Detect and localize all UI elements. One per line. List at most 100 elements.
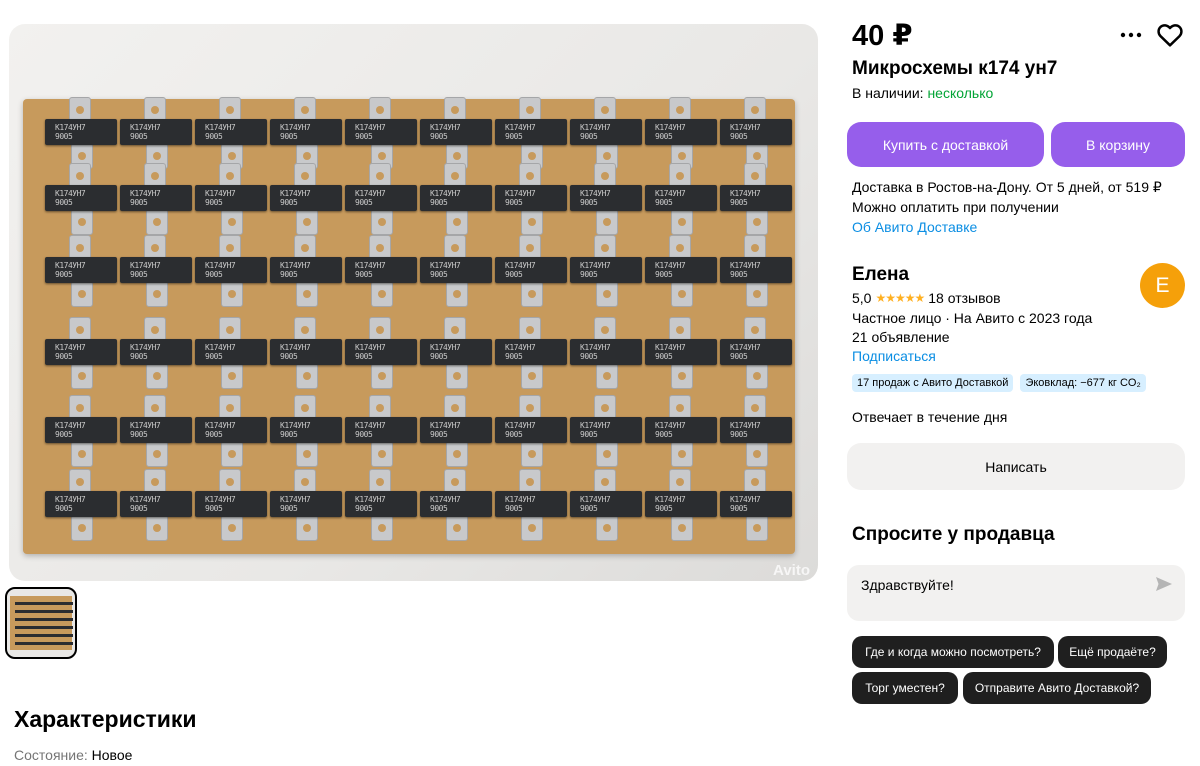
chip: К174УН7 9005: [195, 491, 267, 517]
chip-marking: К174УН7 9005: [130, 261, 161, 279]
chip-marking: К174УН7 9005: [55, 123, 86, 141]
chip-tab: [221, 209, 243, 235]
chip-tab: [671, 209, 693, 235]
condition-row: Состояние: Новое: [14, 747, 132, 763]
photo-thumbnail[interactable]: [5, 587, 77, 659]
chip: К174УН7 9005: [420, 257, 492, 283]
chip-marking: К174УН7 9005: [55, 261, 86, 279]
seller-name[interactable]: Елена: [852, 264, 909, 286]
chip: К174УН7 9005: [720, 257, 792, 283]
chip: К174УН7 9005: [195, 417, 267, 443]
quick-question-where-when[interactable]: Где и когда можно посмотреть?: [852, 636, 1054, 668]
chip: К174УН7 9005: [270, 339, 342, 365]
chip-marking: К174УН7 9005: [730, 343, 761, 361]
chip-marking: К174УН7 9005: [55, 189, 86, 207]
eco-badge[interactable]: Эковклад: −677 кг CO₂: [1020, 374, 1146, 392]
chip: К174УН7 9005: [645, 185, 717, 211]
chip-marking: К174УН7 9005: [205, 421, 236, 439]
chip-marking: К174УН7 9005: [580, 495, 611, 513]
chip-tab: [146, 441, 168, 467]
buy-with-delivery-button[interactable]: Купить с доставкой: [847, 122, 1044, 167]
chip: К174УН7 9005: [45, 257, 117, 283]
chip: К174УН7 9005: [270, 417, 342, 443]
chip: К174УН7 9005: [345, 339, 417, 365]
quick-question-bargain[interactable]: Торг уместен?: [852, 672, 958, 704]
chip: К174УН7 9005: [195, 257, 267, 283]
send-icon[interactable]: [1155, 575, 1173, 593]
chip-marking: К174УН7 9005: [205, 123, 236, 141]
chip-tab: [371, 515, 393, 541]
chip-tab: [596, 281, 618, 307]
chip: К174УН7 9005: [120, 257, 192, 283]
chip-tab: [296, 363, 318, 389]
chip-marking: К174УН7 9005: [655, 123, 686, 141]
chip-marking: К174УН7 9005: [55, 495, 86, 513]
message-text: Здравствуйте!: [861, 577, 954, 593]
thumbnail-image: [10, 596, 73, 650]
reviews-link[interactable]: 18 отзывов: [928, 290, 1000, 306]
chip: К174УН7 9005: [120, 119, 192, 145]
availability: В наличии: несколько: [852, 85, 993, 101]
chip-tab: [296, 515, 318, 541]
chip-marking: К174УН7 9005: [55, 343, 86, 361]
main-photo[interactable]: К174УН7 9005 К174УН7 9005 К174УН7 9005 К174…: [9, 24, 818, 581]
chip-board-image: К174УН7 9005 К174УН7 9005 К174УН7 9005 К174…: [23, 97, 795, 554]
chip-tab: [221, 441, 243, 467]
chip-tab: [371, 209, 393, 235]
quick-question-avito-delivery[interactable]: Отправите Авито Доставкой?: [963, 672, 1151, 704]
chip-tab: [296, 441, 318, 467]
chip-row: К174УН7 9005 К174УН7 9005 К174УН7 9005 К174…: [45, 395, 792, 467]
chip: К174УН7 9005: [720, 339, 792, 365]
avito-delivery-link[interactable]: Об Авито Доставке: [852, 217, 1162, 237]
chip: К174УН7 9005: [495, 491, 567, 517]
write-message-button[interactable]: Написать: [847, 443, 1185, 490]
chip-marking: К174УН7 9005: [355, 421, 386, 439]
chip-tab: [71, 441, 93, 467]
chip-tab: [746, 209, 768, 235]
delivery-line: Доставка в Ростов-на-Дону. От 5 дней, от…: [852, 179, 1162, 195]
chip-tab: [71, 281, 93, 307]
seller-avatar[interactable]: Е: [1140, 263, 1185, 308]
chip-tab: [521, 209, 543, 235]
chip-marking: К174УН7 9005: [280, 189, 311, 207]
chip: К174УН7 9005: [345, 257, 417, 283]
chip-tab: [446, 281, 468, 307]
chip: К174УН7 9005: [270, 119, 342, 145]
chip: К174УН7 9005: [345, 417, 417, 443]
chip-marking: К174УН7 9005: [430, 343, 461, 361]
chip-tab: [596, 515, 618, 541]
chip-tab: [446, 209, 468, 235]
message-input[interactable]: Здравствуйте!: [847, 565, 1185, 621]
seller-ads-count[interactable]: 21 объявление: [852, 328, 1092, 347]
chip: К174УН7 9005: [720, 119, 792, 145]
chip: К174УН7 9005: [120, 491, 192, 517]
chip: К174УН7 9005: [45, 185, 117, 211]
chip-marking: К174УН7 9005: [655, 343, 686, 361]
watermark: Avito: [773, 562, 810, 579]
chip: К174УН7 9005: [645, 491, 717, 517]
chip-tab: [596, 209, 618, 235]
chip-tab: [671, 515, 693, 541]
chip-tab: [146, 281, 168, 307]
add-to-cart-button[interactable]: В корзину: [1051, 122, 1185, 167]
chip-tab: [746, 363, 768, 389]
chip-marking: К174УН7 9005: [730, 421, 761, 439]
chip-marking: К174УН7 9005: [205, 189, 236, 207]
delivery-sales-badge[interactable]: 17 продаж с Авито Доставкой: [852, 374, 1014, 392]
response-time: Отвечает в течение дня: [852, 409, 1008, 425]
chip-tab: [146, 515, 168, 541]
chip-marking: К174УН7 9005: [430, 495, 461, 513]
chip-marking: К174УН7 9005: [505, 495, 536, 513]
chip-tab: [71, 515, 93, 541]
chip-marking: К174УН7 9005: [355, 261, 386, 279]
chip-marking: К174УН7 9005: [130, 189, 161, 207]
chip-tab: [521, 363, 543, 389]
payment-line: Можно оплатить при получении: [852, 199, 1059, 215]
quick-question-still-selling[interactable]: Ещё продаёте?: [1058, 636, 1167, 668]
chip-marking: К174УН7 9005: [130, 421, 161, 439]
chip: К174УН7 9005: [195, 185, 267, 211]
more-dots-icon[interactable]: [1118, 24, 1144, 46]
subscribe-link[interactable]: Подписаться: [852, 347, 1092, 366]
chip: К174УН7 9005: [345, 119, 417, 145]
heart-icon[interactable]: [1157, 23, 1183, 47]
